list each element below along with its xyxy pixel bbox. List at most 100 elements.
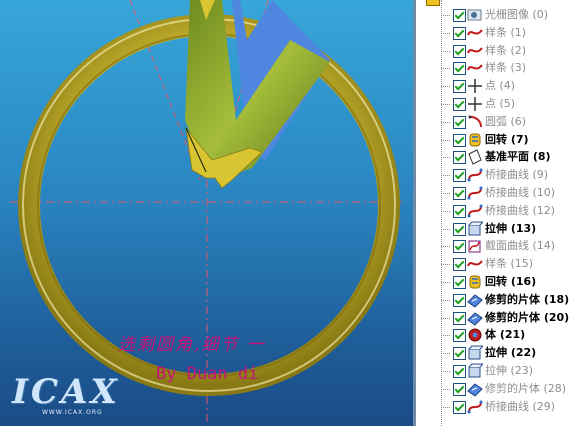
tree-connector bbox=[441, 228, 450, 230]
tree-node-label: 体 (21) bbox=[485, 328, 526, 342]
visibility-checkbox[interactable] bbox=[453, 169, 466, 183]
bridge-curve-icon bbox=[467, 203, 483, 219]
visibility-checkbox[interactable] bbox=[453, 329, 466, 343]
icax-logo: ICAX bbox=[12, 372, 120, 412]
tree-node-label: 拉伸 (23) bbox=[485, 364, 534, 377]
bridge-curve-icon bbox=[467, 185, 483, 201]
visibility-checkbox[interactable] bbox=[453, 115, 466, 129]
tree-node[interactable]: 截面曲线 (14) bbox=[441, 238, 578, 255]
visibility-checkbox[interactable] bbox=[453, 98, 466, 111]
tree-node-label: 点 (4) bbox=[485, 79, 516, 93]
section-curve-icon bbox=[467, 238, 483, 254]
tree-node[interactable]: 回转 (16) bbox=[441, 274, 578, 291]
extrude-icon bbox=[467, 345, 485, 361]
visibility-checkbox[interactable] bbox=[453, 26, 466, 40]
trimmed-sheet-icon bbox=[467, 292, 483, 308]
tree-node-label: 圆弧 (6) bbox=[485, 114, 527, 128]
tree-node[interactable]: 拉伸 (23) bbox=[441, 363, 578, 380]
visibility-checkbox[interactable] bbox=[453, 151, 466, 165]
tree-node-label: 修剪的片体 (20) bbox=[485, 310, 570, 324]
tree-node[interactable]: 拉伸 (22) bbox=[441, 345, 578, 362]
tree-node[interactable]: 样条 (1) bbox=[441, 25, 578, 42]
visibility-checkbox[interactable] bbox=[453, 311, 466, 325]
tree-connector bbox=[441, 139, 450, 141]
visibility-checkbox[interactable] bbox=[453, 276, 466, 289]
body-icon bbox=[467, 327, 483, 343]
tree-node[interactable]: 点 (5) bbox=[441, 96, 578, 113]
tree-node[interactable]: 样条 (3) bbox=[441, 60, 578, 77]
tree-node-label: 回转 (16) bbox=[485, 275, 537, 288]
visibility-checkbox[interactable] bbox=[453, 222, 466, 236]
tree-node-label: 点 (5) bbox=[485, 97, 516, 110]
tree-node[interactable]: 体 (21) bbox=[441, 327, 578, 344]
tree-node[interactable]: 样条 (2) bbox=[441, 43, 578, 60]
point-icon bbox=[467, 78, 483, 94]
tree-node[interactable]: 桥接曲线 (29) bbox=[441, 399, 578, 416]
visibility-checkbox[interactable] bbox=[453, 258, 466, 272]
tree-node-label: 拉伸 (13) bbox=[485, 221, 537, 235]
visibility-checkbox[interactable] bbox=[453, 204, 466, 218]
tree-connector bbox=[441, 246, 450, 248]
tree-connector bbox=[441, 371, 450, 372]
trimmed-sheet-icon bbox=[467, 310, 483, 326]
caption-line2: By Duan di bbox=[156, 364, 259, 384]
visibility-checkbox[interactable] bbox=[453, 9, 466, 22]
tree-connector bbox=[441, 388, 450, 390]
tree-connector bbox=[441, 32, 450, 34]
part-navigator-tree[interactable]: 光栅图像 (0) 样条 (1) 样条 (2) 样条 (3) 点 (4) 点 (5) 圆弧 (… bbox=[416, 0, 578, 426]
tree-node[interactable]: 桥接曲线 (9) bbox=[441, 167, 578, 184]
tree-connector bbox=[441, 175, 450, 177]
revolve-icon bbox=[467, 132, 483, 148]
visibility-checkbox[interactable] bbox=[453, 187, 466, 200]
visibility-checkbox[interactable] bbox=[453, 382, 466, 396]
tree-connector bbox=[441, 50, 450, 52]
tree-node[interactable]: 光栅图像 (0) bbox=[441, 7, 578, 24]
point-icon bbox=[467, 96, 483, 112]
tree-node[interactable]: 圆弧 (6) bbox=[441, 114, 578, 131]
tree-node[interactable]: 修剪的片体 (20) bbox=[441, 310, 578, 327]
tree-node-label: 样条 (15) bbox=[485, 257, 534, 271]
tree-node-label: 修剪的片体 (28) bbox=[485, 381, 567, 395]
tree-header-stub bbox=[426, 0, 506, 6]
visibility-checkbox[interactable] bbox=[453, 347, 466, 361]
tree-node[interactable]: 拉伸 (13) bbox=[441, 221, 578, 238]
tree-connector bbox=[441, 86, 450, 88]
visibility-checkbox[interactable] bbox=[453, 400, 466, 414]
tree-node[interactable]: 回转 (7) bbox=[441, 132, 578, 149]
visibility-checkbox[interactable] bbox=[453, 293, 466, 307]
tree-node-label: 样条 (3) bbox=[485, 61, 527, 75]
visibility-checkbox[interactable] bbox=[453, 365, 466, 378]
visibility-checkbox[interactable] bbox=[453, 133, 466, 147]
visibility-checkbox[interactable] bbox=[453, 240, 466, 254]
visibility-checkbox[interactable] bbox=[453, 80, 466, 94]
tree-node-label: 拉伸 (22) bbox=[485, 346, 537, 360]
visibility-checkbox[interactable] bbox=[453, 62, 466, 76]
model-canvas[interactable] bbox=[0, 0, 413, 426]
raster-image-icon bbox=[467, 7, 483, 23]
graphics-viewport[interactable]: 选剩圆角,细节 一 By Duan di ICAX WWW.ICAX.ORG bbox=[0, 0, 413, 426]
tree-node[interactable]: 修剪的片体 (18) bbox=[441, 292, 578, 309]
tree-connector bbox=[441, 317, 450, 319]
tree-node-label: 桥接曲线 (12) bbox=[485, 203, 556, 217]
tree-connector bbox=[441, 193, 450, 194]
tree-connector bbox=[441, 353, 450, 355]
trimmed-sheet-icon bbox=[467, 381, 483, 397]
tree-node[interactable]: 桥接曲线 (12) bbox=[441, 203, 578, 220]
tree-node[interactable]: 桥接曲线 (10) bbox=[441, 185, 578, 202]
tree-node-label: 桥接曲线 (10) bbox=[485, 186, 556, 199]
visibility-checkbox[interactable] bbox=[453, 44, 466, 58]
tree-connector bbox=[441, 68, 450, 70]
tree-connector bbox=[441, 335, 450, 337]
tree-node[interactable]: 点 (4) bbox=[441, 78, 578, 95]
tree-connector bbox=[441, 210, 450, 212]
tree-node[interactable]: 样条 (15) bbox=[441, 256, 578, 273]
caption-line1: 选剩圆角,细节 一 bbox=[118, 335, 266, 355]
icax-logo-url: WWW.ICAX.ORG bbox=[42, 409, 103, 416]
tree-node[interactable]: 修剪的片体 (28) bbox=[441, 381, 578, 398]
tree-node-label: 光栅图像 (0) bbox=[485, 8, 549, 21]
tree-connector bbox=[441, 15, 450, 16]
bridge-curve-icon bbox=[467, 167, 483, 183]
tree-node-label: 桥接曲线 (29) bbox=[485, 399, 556, 413]
tree-node[interactable]: 基准平面 (8) bbox=[441, 149, 578, 166]
arc-icon bbox=[467, 114, 483, 130]
